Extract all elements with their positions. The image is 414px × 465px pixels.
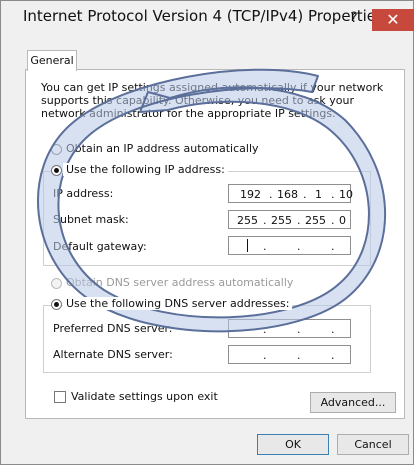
subnet-mask-label: Subnet mask:: [53, 213, 129, 226]
preferred-dns-input[interactable]: . . .: [228, 319, 351, 338]
close-icon: ✕: [386, 10, 400, 29]
use-following-ip-radio[interactable]: [51, 165, 62, 176]
ip-octet-1: 192: [240, 188, 261, 201]
ip-octet-4: 10: [339, 188, 353, 201]
validate-checkbox[interactable]: [54, 391, 66, 403]
default-gateway-label: Default gateway:: [53, 240, 147, 253]
tab-general[interactable]: General: [27, 50, 77, 71]
mask-octet-1: 255: [237, 214, 258, 227]
obtain-ip-auto-radio[interactable]: [51, 144, 62, 155]
ok-button[interactable]: OK: [257, 434, 329, 455]
obtain-dns-auto-label[interactable]: Obtain DNS server address automatically: [66, 276, 293, 289]
properties-dialog: Internet Protocol Version 4 (TCP/IPv4) P…: [0, 0, 414, 465]
mask-octet-2: 255: [271, 214, 292, 227]
use-following-dns-label[interactable]: Use the following DNS server addresses:: [63, 297, 293, 310]
mask-octet-4: 0: [339, 214, 346, 227]
mask-octet-3: 255: [305, 214, 326, 227]
help-button[interactable]: ?: [341, 9, 367, 29]
ip-address-label: IP address:: [53, 187, 114, 200]
alternate-dns-label: Alternate DNS server:: [53, 348, 173, 361]
text-cursor: [247, 239, 248, 252]
title-bar: Internet Protocol Version 4 (TCP/IPv4) P…: [1, 1, 414, 35]
dialog-title: Internet Protocol Version 4 (TCP/IPv4) P…: [23, 7, 384, 25]
obtain-dns-auto-radio[interactable]: [51, 278, 62, 289]
obtain-ip-auto-label[interactable]: Obtain an IP address automatically: [66, 142, 259, 155]
subnet-mask-input[interactable]: 255 . 255 . 255 . 0: [228, 210, 351, 229]
ip-octet-3: 1: [315, 188, 322, 201]
advanced-button[interactable]: Advanced...: [310, 392, 396, 413]
description-text: You can get IP settings assigned automat…: [41, 81, 384, 120]
use-following-dns-radio[interactable]: [51, 299, 62, 310]
ip-octet-2: 168: [277, 188, 298, 201]
cancel-button[interactable]: Cancel: [337, 434, 409, 455]
validate-label[interactable]: Validate settings upon exit: [71, 390, 218, 403]
close-button[interactable]: ✕: [372, 9, 414, 31]
ip-address-input[interactable]: 192 . 168 . 1 . 10: [228, 184, 353, 203]
alternate-dns-input[interactable]: . . .: [228, 345, 351, 364]
preferred-dns-label: Preferred DNS server:: [53, 322, 173, 335]
use-following-ip-label[interactable]: Use the following IP address:: [63, 163, 228, 176]
